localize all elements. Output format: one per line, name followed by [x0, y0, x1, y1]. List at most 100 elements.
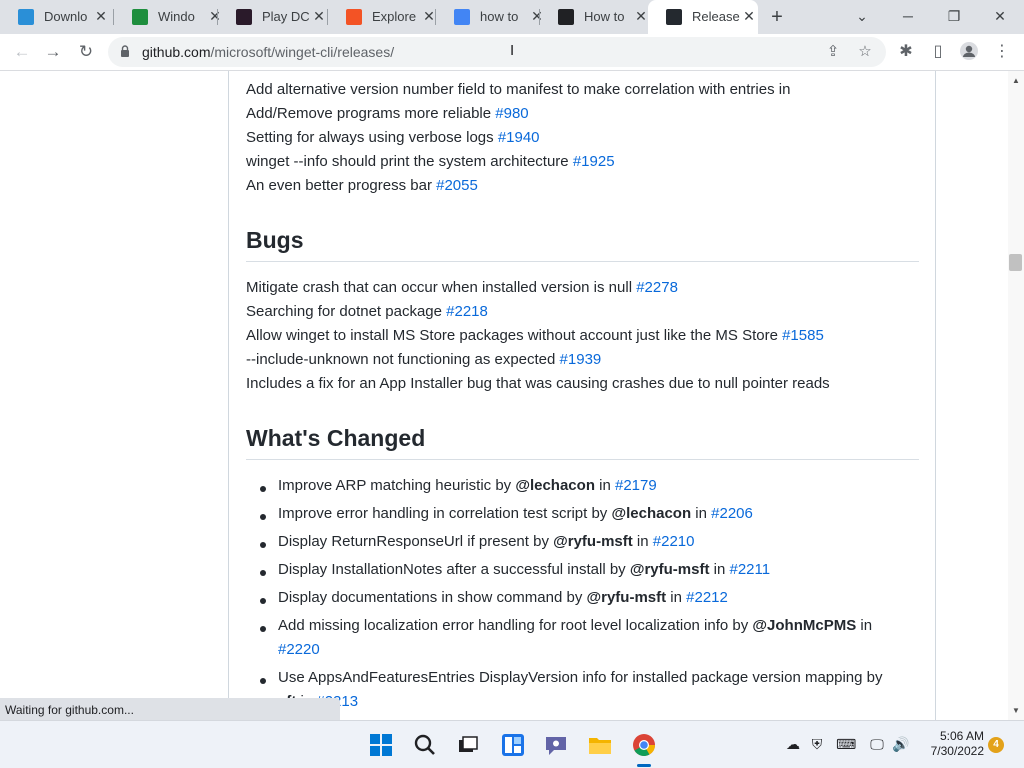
widgets-icon[interactable]	[500, 732, 526, 758]
scroll-up-icon[interactable]: ▲	[1012, 77, 1020, 85]
clock-time: 5:06 AM	[939, 729, 984, 743]
windows-start-icon[interactable]	[368, 732, 394, 758]
tab-title: How to	[584, 9, 625, 24]
tab-close-icon[interactable]: ✕	[741, 8, 757, 24]
tab-close-icon[interactable]: ✕	[93, 8, 109, 24]
line-text: in	[594, 477, 615, 494]
security-shield-icon[interactable]: ⛨	[808, 735, 826, 753]
side-panel-icon[interactable]: ▯	[928, 42, 948, 62]
line-text: winget --info should print the system ar…	[246, 153, 569, 170]
new-tab-button[interactable]: +	[766, 6, 788, 28]
feature-line: An even better progress bar #2055	[246, 177, 478, 194]
tab-title: Explore	[372, 9, 417, 24]
issue-link[interactable]: #2210	[653, 533, 695, 550]
issue-link[interactable]: #2278	[636, 279, 678, 296]
tab-4[interactable]: how to ✕	[436, 0, 543, 34]
tab-title: how to	[480, 9, 519, 24]
tab-5[interactable]: How to ✕	[540, 0, 648, 34]
google-g-icon	[454, 9, 470, 25]
list-bullet	[260, 486, 266, 492]
chat-icon[interactable]	[543, 732, 569, 758]
feature-line: Add/Remove programs more reliable #980	[246, 105, 529, 122]
tab-2[interactable]: Play DC ✕	[218, 0, 328, 34]
diamond-logo-icon	[18, 9, 34, 25]
user-mention-link[interactable]: @lechacon	[515, 477, 595, 494]
issue-link[interactable]: #2218	[446, 303, 488, 320]
line-text: Add missing localization error handling …	[278, 617, 753, 634]
issue-link[interactable]: #1984	[568, 71, 610, 74]
address-bar[interactable]: github.com/microsoft/winget-cli/releases…	[108, 37, 886, 67]
line-text: Allow winget to install MS Store package…	[246, 327, 778, 344]
system-clock[interactable]: 5:06 AM 7/30/2022	[922, 729, 984, 759]
line-text: Display ReturnResponseUrl if present by	[278, 533, 554, 550]
bug-line: Includes a fix for an App Installer bug …	[246, 375, 830, 392]
line-text: Improve error handling in correlation te…	[278, 505, 612, 522]
tab-strip: Downlo ✕ Windo ✕ Play DC ✕ Explore ✕ how to ✕ How …	[0, 0, 1024, 34]
line-text: Display documentations in show command b…	[278, 589, 587, 606]
change-list-item: Use AppsAndFeaturesEntries DisplayVersio…	[278, 669, 883, 686]
forward-icon[interactable]: →	[43, 42, 63, 62]
user-mention-link[interactable]: @lechacon	[611, 505, 691, 522]
back-icon[interactable]: ←	[12, 42, 32, 62]
page-scrollbar[interactable]: ▲ ▼	[1008, 71, 1024, 720]
reload-icon[interactable]: ↻	[76, 42, 96, 62]
line-text: in	[691, 505, 712, 522]
search-icon[interactable]	[412, 732, 438, 758]
close-window-icon[interactable]: ✕	[990, 6, 1010, 26]
share-icon[interactable]: ⇪	[824, 43, 842, 61]
feature-line: Manifest Field for User Manual / Documen…	[246, 71, 610, 74]
scroll-down-icon[interactable]: ▼	[1012, 707, 1020, 715]
restore-icon[interactable]: ❐	[944, 6, 964, 26]
issue-link[interactable]: #1585	[782, 327, 824, 344]
issue-link[interactable]: #2212	[686, 589, 728, 606]
cloud-offline-icon[interactable]: ☁	[784, 735, 802, 753]
issue-link[interactable]: #2206	[711, 505, 753, 522]
tab-0[interactable]: Downlo ✕	[0, 0, 114, 34]
windows-taskbar: ☁ ⛨ ⌨ 🖵 🔊 5:06 AM 7/30/2022 4	[0, 720, 1024, 768]
file-explorer-icon[interactable]	[587, 732, 613, 758]
issue-link[interactable]: #2055	[436, 177, 478, 194]
tab-3[interactable]: Explore ✕	[328, 0, 436, 34]
heading-whats-changed: What's Changed	[246, 425, 426, 451]
change-list-item: Add missing localization error handling …	[278, 617, 872, 634]
task-view-icon[interactable]	[455, 732, 481, 758]
profile-avatar-icon[interactable]	[959, 42, 979, 62]
status-bubble: Waiting for github.com...	[0, 698, 340, 722]
scrollbar-thumb[interactable]	[1009, 254, 1022, 271]
address-url[interactable]: github.com/microsoft/winget-cli/releases…	[142, 44, 394, 60]
tab-6[interactable]: Release ✕	[648, 0, 758, 34]
issue-link[interactable]: #1939	[560, 351, 602, 368]
keyboard-icon[interactable]: ⌨	[836, 735, 856, 753]
tab-close-icon[interactable]: ✕	[633, 8, 649, 24]
spreadsheet-grid-icon	[132, 9, 148, 25]
list-bullet	[260, 678, 266, 684]
line-text: Display InstallationNotes after a succes…	[278, 561, 630, 578]
issue-link[interactable]: #1925	[573, 153, 615, 170]
feature-line: Setting for always using verbose logs #1…	[246, 129, 540, 146]
tab-search-icon[interactable]: ⌄	[852, 6, 872, 26]
user-mention-link[interactable]: @ryfu-msft	[553, 533, 633, 550]
tab-title: Play DC	[262, 9, 310, 24]
lock-icon[interactable]	[120, 45, 130, 57]
bookmark-star-icon[interactable]: ☆	[856, 43, 874, 61]
tab-close-icon[interactable]: ✕	[311, 8, 327, 24]
network-icon[interactable]: 🖵	[868, 735, 886, 753]
user-mention-link[interactable]: @JohnMcPMS	[752, 617, 856, 634]
menu-kebab-icon[interactable]: ⋮	[992, 42, 1012, 62]
issue-link[interactable]: #2220	[278, 641, 320, 658]
user-mention-link[interactable]: @ryfu-msft	[586, 589, 666, 606]
issue-link[interactable]: #2211	[729, 561, 770, 578]
user-mention-link[interactable]: @ryfu-msft	[630, 561, 710, 578]
line-text: Mitigate crash that can occur when insta…	[246, 279, 633, 296]
issue-link[interactable]: #2179	[615, 477, 657, 494]
issue-link[interactable]: #980	[495, 105, 528, 122]
issue-link[interactable]: #1940	[498, 129, 540, 146]
tab-1[interactable]: Windo ✕	[114, 0, 221, 34]
volume-icon[interactable]: 🔊	[892, 735, 910, 753]
minimize-icon[interactable]: ─	[898, 6, 918, 26]
extensions-icon[interactable]: ✱	[896, 42, 916, 62]
active-app-indicator	[637, 764, 651, 767]
url-host: github.com	[142, 44, 211, 60]
notification-badge[interactable]: 4	[988, 737, 1004, 753]
chrome-icon[interactable]	[631, 732, 657, 758]
